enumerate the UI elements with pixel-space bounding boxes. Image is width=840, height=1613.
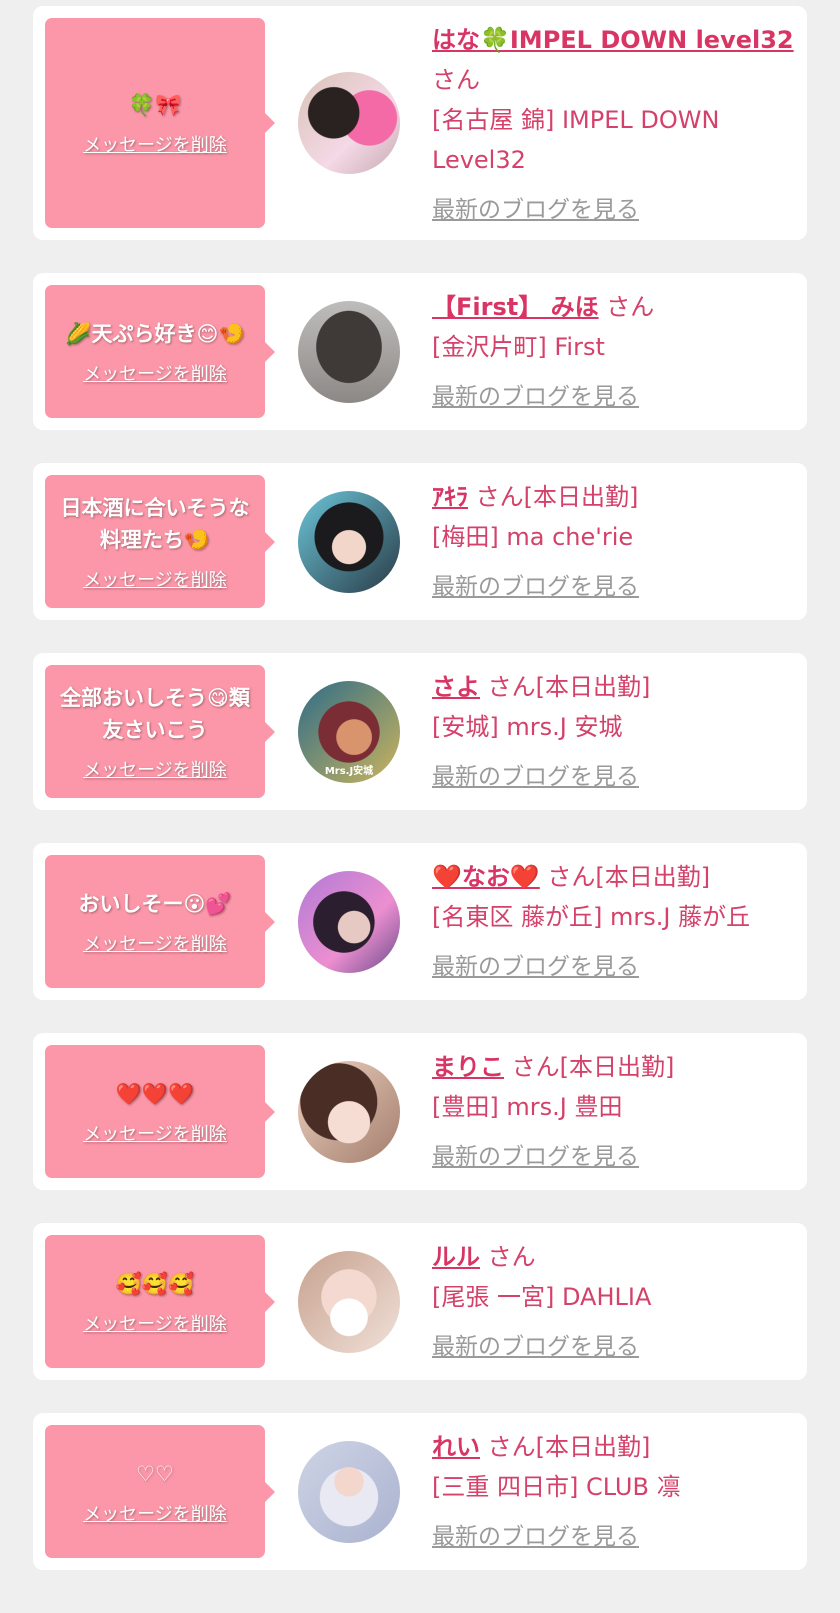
message-text: おいしそー😮💕 — [78, 891, 232, 916]
name-suffix: さん[本日出勤] — [487, 1433, 651, 1461]
message-bubble: おいしそー😮💕 メッセージを削除 — [45, 855, 275, 988]
shop-text: [梅田] ma che'rie — [432, 523, 634, 551]
latest-blog-link[interactable]: 最新のブログを見る — [432, 947, 639, 987]
cast-info: まりこ さん[本日出勤] [豊田] mrs.J 豊田 最新のブログを見る — [432, 1033, 807, 1177]
delete-message-button[interactable]: メッセージを削除 — [83, 930, 227, 956]
latest-blog-link[interactable]: 最新のブログを見る — [432, 1327, 639, 1367]
latest-blog-link[interactable]: 最新のブログを見る — [432, 1137, 639, 1177]
list-item: ♡♡ メッセージを削除 れい さん[本日出勤] [三重 四日市] CLUB 凛 … — [33, 1413, 807, 1570]
list-item: 全部おいしそう😋類友さいこう メッセージを削除 Mrs.J安城 さよ さん[本日… — [33, 653, 807, 810]
cast-info: はな🍀IMPEL DOWN level32 さん [名古屋 錦] IMPEL D… — [432, 6, 807, 230]
message-bubble: 🥰🥰🥰 メッセージを削除 — [45, 1235, 275, 1368]
message-text: 🌽天ぷら好き😊🍤 — [65, 321, 245, 346]
cast-name-link[interactable]: れい — [432, 1433, 480, 1461]
delete-message-button[interactable]: メッセージを削除 — [83, 756, 227, 782]
message-bubble: 全部おいしそう😋類友さいこう メッセージを削除 — [45, 665, 275, 798]
shop-text: [安城] mrs.J 安城 — [432, 713, 623, 741]
delete-message-button[interactable]: メッセージを削除 — [83, 360, 227, 386]
name-suffix: さん[本日出勤] — [547, 863, 711, 891]
latest-blog-link[interactable]: 最新のブログを見る — [432, 757, 639, 797]
avatar[interactable] — [298, 1440, 400, 1543]
name-suffix: さん[本日出勤] — [475, 483, 639, 511]
shop-text: [豊田] mrs.J 豊田 — [432, 1093, 623, 1121]
message-text: ♡♡ — [136, 1461, 174, 1486]
message-text: 全部おいしそう😋類友さいこう — [60, 685, 250, 742]
list-item: 日本酒に合いそうな料理たち🍤 メッセージを削除 ｱｷﾗ さん[本日出勤] [梅田… — [33, 463, 807, 620]
message-list: 🍀🎀 メッセージを削除 はな🍀IMPEL DOWN level32 さん [名古… — [0, 0, 840, 1570]
name-suffix: さん[本日出勤] — [511, 1053, 675, 1081]
name-line: まりこ さん[本日出勤] — [432, 1047, 795, 1087]
name-line: ｱｷﾗ さん[本日出勤] — [432, 477, 795, 517]
name-suffix: さん — [606, 293, 655, 321]
avatar[interactable] — [298, 72, 400, 174]
shop-text: [名古屋 錦] IMPEL DOWN Level32 — [432, 106, 720, 174]
name-line: ルル さん — [432, 1237, 795, 1277]
delete-message-button[interactable]: メッセージを削除 — [83, 566, 227, 592]
latest-blog-link[interactable]: 最新のブログを見る — [432, 1517, 639, 1557]
cast-info: さよ さん[本日出勤] [安城] mrs.J 安城 最新のブログを見る — [432, 653, 807, 797]
message-text: 🍀🎀 — [128, 93, 182, 117]
delete-message-button[interactable]: メッセージを削除 — [83, 1310, 227, 1336]
list-item: 🍀🎀 メッセージを削除 はな🍀IMPEL DOWN level32 さん [名古… — [33, 6, 807, 240]
name-suffix: さん[本日出勤] — [487, 673, 651, 701]
name-suffix: さん — [487, 1243, 536, 1271]
avatar[interactable] — [298, 1060, 400, 1163]
avatar[interactable]: Mrs.J安城 — [298, 680, 400, 783]
message-text: 🥰🥰🥰 — [115, 1271, 195, 1296]
name-line: はな🍀IMPEL DOWN level32 さん — [432, 20, 795, 100]
list-item: 🥰🥰🥰 メッセージを削除 ルル さん [尾張 一宮] DAHLIA 最新のブログ… — [33, 1223, 807, 1380]
message-text: 日本酒に合いそうな料理たち🍤 — [60, 495, 250, 552]
list-item: 🌽天ぷら好き😊🍤 メッセージを削除 【First】 みほ さん [金沢片町] F… — [33, 273, 807, 430]
message-bubble: 日本酒に合いそうな料理たち🍤 メッセージを削除 — [45, 475, 275, 608]
cast-name-link[interactable]: はな🍀IMPEL DOWN level32 — [432, 26, 794, 54]
cast-name-link[interactable]: ルル — [432, 1243, 480, 1271]
avatar[interactable] — [298, 870, 400, 973]
message-text: ❤️❤️❤️ — [115, 1081, 195, 1106]
avatar-caption: Mrs.J安城 — [324, 765, 374, 777]
delete-message-button[interactable]: メッセージを削除 — [83, 1120, 227, 1146]
cast-info: れい さん[本日出勤] [三重 四日市] CLUB 凛 最新のブログを見る — [432, 1413, 807, 1557]
cast-info: ｱｷﾗ さん[本日出勤] [梅田] ma che'rie 最新のブログを見る — [432, 463, 807, 607]
latest-blog-link[interactable]: 最新のブログを見る — [432, 567, 639, 607]
name-line: ❤️なお❤️ さん[本日出勤] — [432, 857, 795, 897]
cast-info: ❤️なお❤️ さん[本日出勤] [名東区 藤が丘] mrs.J 藤が丘 最新のブ… — [432, 843, 807, 987]
delete-message-button[interactable]: メッセージを削除 — [83, 131, 227, 157]
cast-name-link[interactable]: ❤️なお❤️ — [432, 863, 540, 891]
list-item: おいしそー😮💕 メッセージを削除 ❤️なお❤️ さん[本日出勤] [名東区 藤が… — [33, 843, 807, 1000]
cast-name-link[interactable]: さよ — [432, 673, 480, 701]
cast-name-link[interactable]: ｱｷﾗ — [432, 483, 468, 511]
message-bubble: ❤️❤️❤️ メッセージを削除 — [45, 1045, 275, 1178]
shop-text: [名東区 藤が丘] mrs.J 藤が丘 — [432, 903, 751, 931]
name-line: さよ さん[本日出勤] — [432, 667, 795, 707]
cast-name-link[interactable]: 【First】 みほ — [432, 293, 599, 321]
message-bubble: 🌽天ぷら好き😊🍤 メッセージを削除 — [45, 285, 275, 418]
latest-blog-link[interactable]: 最新のブログを見る — [432, 190, 639, 230]
message-bubble: 🍀🎀 メッセージを削除 — [45, 18, 275, 228]
cast-info: ルル さん [尾張 一宮] DAHLIA 最新のブログを見る — [432, 1223, 807, 1367]
cast-info: 【First】 みほ さん [金沢片町] First 最新のブログを見る — [432, 273, 807, 417]
shop-text: [尾張 一宮] DAHLIA — [432, 1283, 652, 1311]
avatar[interactable] — [298, 490, 400, 593]
list-item: ❤️❤️❤️ メッセージを削除 まりこ さん[本日出勤] [豊田] mrs.J … — [33, 1033, 807, 1190]
name-suffix: さん — [432, 66, 480, 94]
shop-text: [金沢片町] First — [432, 333, 605, 361]
message-bubble: ♡♡ メッセージを削除 — [45, 1425, 275, 1558]
cast-name-link[interactable]: まりこ — [432, 1053, 504, 1081]
latest-blog-link[interactable]: 最新のブログを見る — [432, 377, 639, 417]
avatar[interactable] — [298, 300, 400, 403]
delete-message-button[interactable]: メッセージを削除 — [83, 1500, 227, 1526]
name-line: 【First】 みほ さん — [432, 287, 795, 327]
name-line: れい さん[本日出勤] — [432, 1427, 795, 1467]
shop-text: [三重 四日市] CLUB 凛 — [432, 1473, 681, 1501]
avatar[interactable] — [298, 1250, 400, 1353]
